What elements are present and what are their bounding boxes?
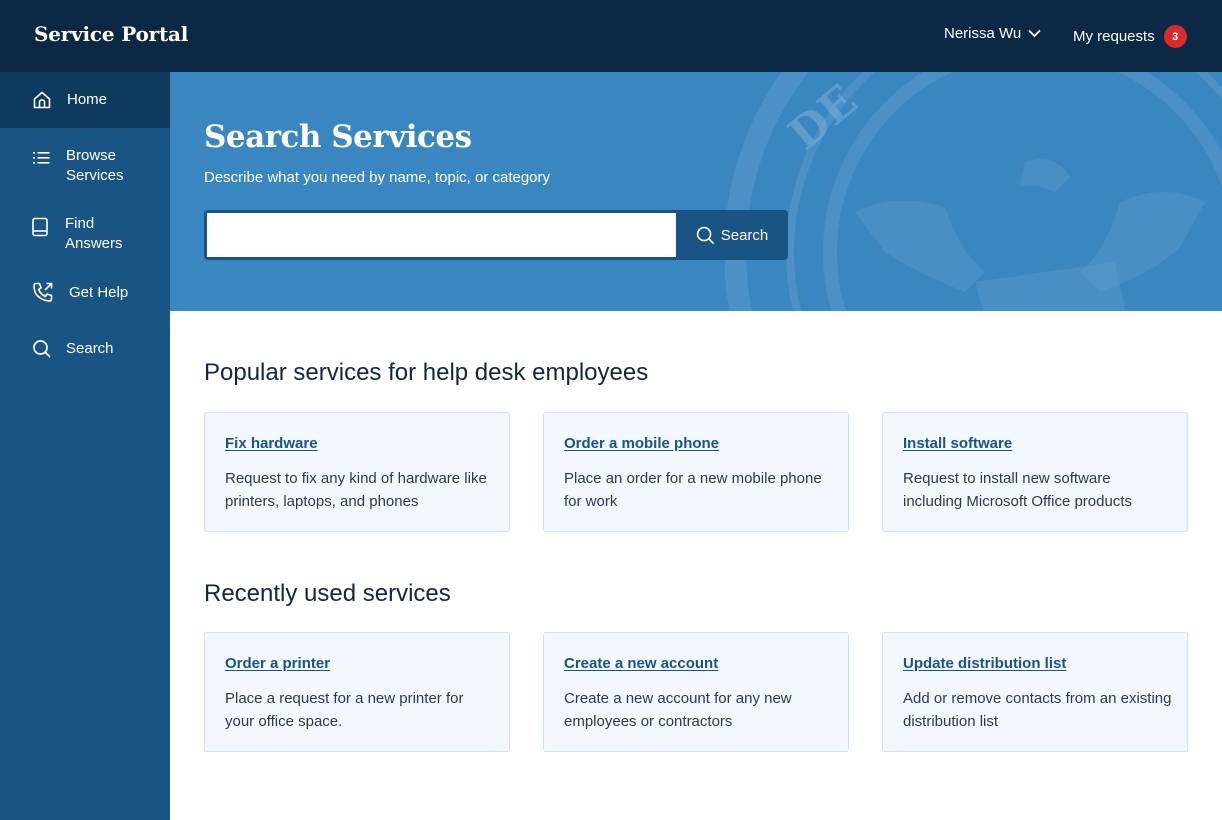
search-button-label: Search bbox=[720, 226, 769, 244]
home-icon bbox=[33, 91, 51, 109]
search-icon bbox=[696, 226, 714, 244]
service-card: Order a mobile phone Place an order for … bbox=[543, 412, 849, 532]
service-card-description: Request to install new software includin… bbox=[903, 470, 1132, 510]
service-card-link[interactable]: Fix hardware bbox=[225, 435, 318, 452]
search-form: Search bbox=[204, 210, 788, 260]
user-menu[interactable]: Nerissa Wu bbox=[944, 25, 1041, 42]
service-card-description: Create a new account for any new employe… bbox=[564, 690, 792, 730]
service-card-description: Add or remove contacts from an existing … bbox=[903, 690, 1172, 730]
search-button[interactable]: Search bbox=[676, 210, 788, 260]
sidebar-item-label: Find Answers bbox=[65, 215, 123, 252]
service-card: Update distribution list Add or remove c… bbox=[882, 632, 1188, 752]
service-card: Install software Request to install new … bbox=[882, 412, 1188, 532]
seal-watermark-icon: DE bbox=[725, 72, 1222, 311]
sidebar-item-browse-services[interactable]: Browse Services bbox=[0, 142, 170, 192]
service-card: Order a printer Place a request for a ne… bbox=[204, 632, 510, 752]
sidebar-item-find-answers[interactable]: Find Answers bbox=[0, 210, 170, 260]
page-title: Search Services bbox=[204, 119, 472, 155]
sidebar-item-label: Search bbox=[66, 340, 114, 357]
my-requests-link[interactable]: My requests 3 bbox=[1073, 25, 1187, 48]
my-requests-label: My requests bbox=[1073, 28, 1155, 45]
service-card-link[interactable]: Update distribution list bbox=[903, 655, 1066, 672]
hero-banner: DE Search Services Describe what you nee… bbox=[170, 72, 1222, 311]
sidebar-item-get-help[interactable]: Get Help bbox=[0, 278, 170, 308]
sidebar-item-label: Browse Services bbox=[66, 147, 124, 184]
sidebar-item-home[interactable]: Home bbox=[0, 72, 170, 128]
search-icon bbox=[33, 340, 51, 358]
service-card-description: Request to fix any kind of hardware like… bbox=[225, 470, 487, 510]
user-name: Nerissa Wu bbox=[944, 25, 1022, 42]
brand-title[interactable]: Service Portal bbox=[34, 22, 188, 46]
chevron-down-icon bbox=[1028, 29, 1041, 38]
recent-services-heading: Recently used services bbox=[204, 580, 451, 607]
service-card-description: Place an order for a new mobile phone fo… bbox=[564, 470, 822, 510]
page-subtitle: Describe what you need by name, topic, o… bbox=[204, 169, 551, 186]
list-icon bbox=[33, 152, 50, 164]
search-input[interactable] bbox=[207, 213, 676, 257]
sidebar: Home Browse Services Find Answers Get He… bbox=[0, 72, 170, 820]
service-card-link[interactable]: Order a mobile phone bbox=[564, 435, 719, 452]
service-card-description: Place a request for a new printer for yo… bbox=[225, 690, 464, 730]
service-card: Create a new account Create a new accoun… bbox=[543, 632, 849, 752]
top-bar: Service Portal Nerissa Wu My requests 3 bbox=[0, 0, 1222, 72]
service-card-link[interactable]: Order a printer bbox=[225, 655, 330, 672]
phone-icon bbox=[33, 282, 53, 302]
sidebar-item-label: Get Help bbox=[69, 284, 129, 301]
sidebar-item-search[interactable]: Search bbox=[0, 334, 170, 364]
book-icon bbox=[32, 217, 48, 237]
service-card-link[interactable]: Install software bbox=[903, 435, 1012, 452]
popular-services-heading: Popular services for help desk employees bbox=[204, 359, 649, 386]
service-card-link[interactable]: Create a new account bbox=[564, 655, 718, 672]
sidebar-item-label: Home bbox=[67, 91, 108, 108]
service-card: Fix hardware Request to fix any kind of … bbox=[204, 412, 510, 532]
requests-count-badge: 3 bbox=[1163, 25, 1187, 48]
